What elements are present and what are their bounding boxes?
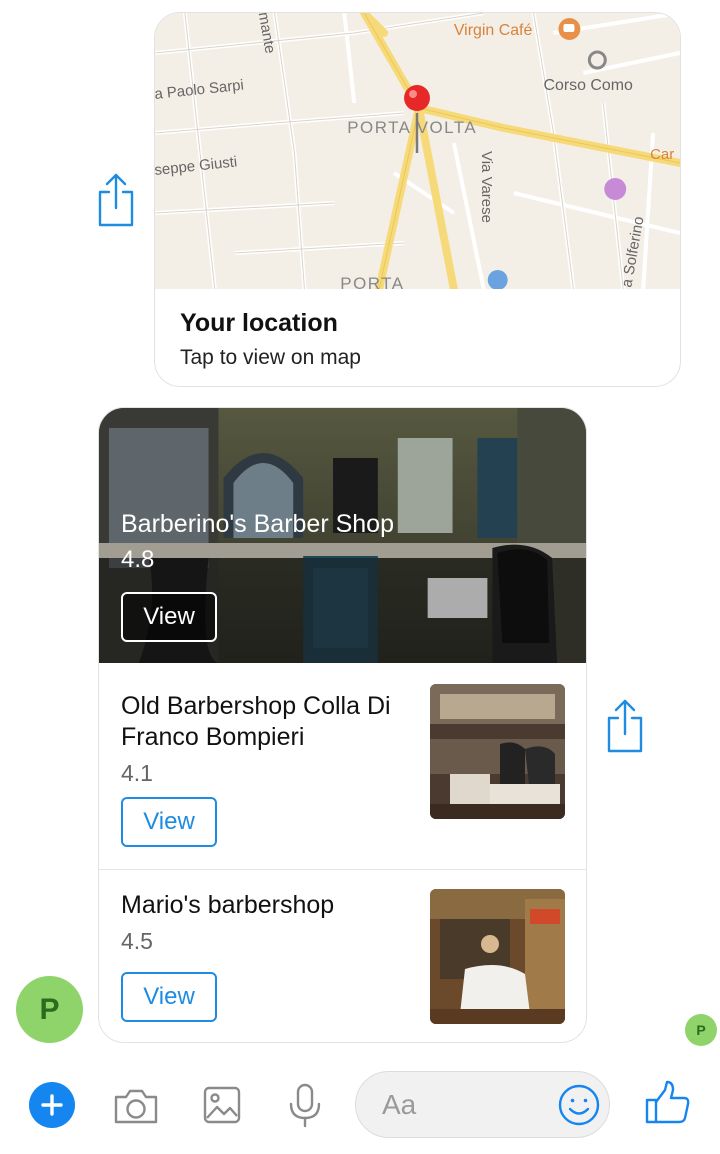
shop-thumbnail[interactable] [430, 889, 565, 1024]
list-item[interactable]: Mario's barbershop 4.5 View [99, 870, 586, 1042]
share-results-icon[interactable] [605, 698, 645, 754]
shop-rating: 4.5 [121, 928, 153, 954]
share-location-icon[interactable] [96, 172, 136, 228]
map-label-porta-volta: PORTA VOLTA [347, 118, 477, 137]
message-input[interactable] [382, 1086, 542, 1124]
map-label-virgin-cafe: Virgin Café [454, 22, 533, 39]
camera-icon[interactable] [111, 1080, 161, 1130]
shop-name: Old Barbershop Colla Di Franco Bompieri [121, 692, 391, 751]
featured-shop-hero[interactable]: Barberino's Barber Shop 4.8 View [99, 408, 586, 663]
view-button[interactable]: View [121, 972, 217, 1022]
shop-rating: 4.1 [121, 760, 153, 786]
shop-thumbnail[interactable] [430, 684, 565, 819]
plus-icon[interactable] [29, 1082, 75, 1128]
map-label-porta: PORTA [340, 274, 404, 289]
map-label-via-varese: Via Varese [478, 151, 495, 223]
barbershop-list-card: Barberino's Barber Shop 4.8 View Old Bar… [98, 407, 587, 1043]
featured-view-button[interactable]: View [121, 592, 217, 642]
sender-avatar[interactable]: P [16, 976, 83, 1043]
composer-bar [0, 1060, 720, 1154]
map-label-car: Car [650, 146, 674, 163]
featured-shop-name: Barberino's Barber Shop [121, 510, 394, 538]
map-label-corso-como: Corso Como [544, 77, 633, 94]
read-receipt-avatar: P [685, 1014, 717, 1046]
location-subtitle: Tap to view on map [180, 346, 361, 369]
shop-name: Mario's barbershop [121, 891, 335, 919]
view-button[interactable]: View [121, 797, 217, 847]
featured-shop-rating: 4.8 [121, 546, 155, 573]
image-icon[interactable] [197, 1080, 247, 1130]
location-card[interactable]: Virgin Café Corso Como a Paolo Sarpi POR… [154, 12, 681, 387]
thumbs-up-icon[interactable] [643, 1078, 693, 1128]
message-field[interactable] [355, 1071, 610, 1138]
emoji-icon[interactable] [556, 1082, 602, 1128]
map-preview[interactable]: Virgin Café Corso Como a Paolo Sarpi POR… [155, 13, 680, 289]
microphone-icon[interactable] [280, 1080, 330, 1130]
list-item[interactable]: Old Barbershop Colla Di Franco Bompieri … [99, 664, 586, 870]
location-title: Your location [180, 309, 338, 337]
